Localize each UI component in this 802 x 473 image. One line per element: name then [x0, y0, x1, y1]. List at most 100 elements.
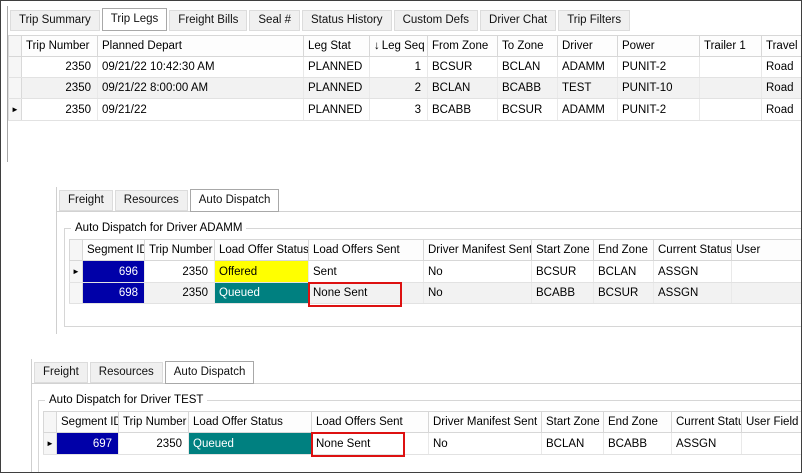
- cell-from-zone[interactable]: BCLAN: [428, 78, 498, 99]
- cell-current-status[interactable]: ASSGN: [654, 261, 732, 283]
- col-start-zone[interactable]: Start Zone: [532, 240, 594, 261]
- cell-from-zone[interactable]: BCSUR: [428, 57, 498, 78]
- cell-end-zone[interactable]: BCSUR: [594, 283, 654, 304]
- col-power[interactable]: Power: [618, 36, 700, 57]
- table-row[interactable]: 698 2350 Queued None Sent No BCABB BCSUR…: [70, 283, 802, 304]
- col-trip-number[interactable]: Trip Number: [22, 36, 98, 57]
- row-selector[interactable]: ►: [70, 261, 83, 283]
- tab-auto-dispatch[interactable]: Auto Dispatch: [165, 361, 255, 384]
- cell-segment-id[interactable]: 698: [83, 283, 145, 304]
- cell-load-offers-sent[interactable]: None Sent: [312, 433, 429, 455]
- cell-load-offers-sent[interactable]: None Sent: [309, 283, 424, 304]
- cell-segment-id[interactable]: 696: [83, 261, 145, 283]
- col-trip-number[interactable]: Trip Number: [119, 412, 189, 433]
- tab-freight[interactable]: Freight: [34, 362, 88, 383]
- cell-start-zone[interactable]: BCLAN: [542, 433, 604, 455]
- cell-trip-number[interactable]: 2350: [145, 261, 215, 283]
- col-planned-depart[interactable]: Planned Depart: [98, 36, 304, 57]
- cell-load-offer-status[interactable]: Offered: [215, 261, 309, 283]
- col-driver[interactable]: Driver: [558, 36, 618, 57]
- cell-trip-number[interactable]: 2350: [119, 433, 189, 455]
- col-driver-manifest-sent[interactable]: Driver Manifest Sent: [424, 240, 532, 261]
- cell-user-field[interactable]: [742, 433, 802, 455]
- tab-freight-bills[interactable]: Freight Bills: [169, 10, 247, 31]
- col-segment-id[interactable]: Segment ID: [83, 240, 145, 261]
- cell-driver[interactable]: ADAMM: [558, 99, 618, 121]
- tab-freight[interactable]: Freight: [59, 190, 113, 211]
- row-selector[interactable]: ►: [44, 433, 57, 455]
- col-travel-mode[interactable]: Travel M: [762, 36, 802, 57]
- cell-user-field[interactable]: [732, 261, 802, 283]
- tab-custom-defs[interactable]: Custom Defs: [394, 10, 478, 31]
- cell-planned-depart[interactable]: 09/21/22 10:42:30 AM: [98, 57, 304, 78]
- col-user-field[interactable]: User Field: [742, 412, 802, 433]
- cell-trip-number[interactable]: 2350: [22, 99, 98, 121]
- cell-leg-seq[interactable]: 1: [370, 57, 428, 78]
- col-current-status[interactable]: Current Status: [672, 412, 742, 433]
- cell-travel-mode[interactable]: Road: [762, 57, 802, 78]
- col-load-offers-sent[interactable]: Load Offers Sent: [309, 240, 424, 261]
- cell-to-zone[interactable]: BCSUR: [498, 99, 558, 121]
- tab-trip-filters[interactable]: Trip Filters: [558, 10, 630, 31]
- cell-trailer-1[interactable]: [700, 57, 762, 78]
- cell-load-offer-status[interactable]: Queued: [189, 433, 312, 455]
- cell-trailer-1[interactable]: [700, 99, 762, 121]
- col-load-offer-status[interactable]: Load Offer Status: [215, 240, 309, 261]
- tab-auto-dispatch[interactable]: Auto Dispatch: [190, 189, 280, 212]
- cell-leg-stat[interactable]: PLANNED: [304, 78, 370, 99]
- tab-trip-legs[interactable]: Trip Legs: [102, 8, 168, 31]
- tab-trip-summary[interactable]: Trip Summary: [10, 10, 100, 31]
- cell-driver-manifest-sent[interactable]: No: [429, 433, 542, 455]
- table-row[interactable]: ► 696 2350 Offered Sent No BCSUR BCLAN A…: [70, 261, 802, 283]
- row-selector[interactable]: [9, 78, 22, 99]
- cell-end-zone[interactable]: BCABB: [604, 433, 672, 455]
- cell-load-offers-sent[interactable]: Sent: [309, 261, 424, 283]
- cell-driver-manifest-sent[interactable]: No: [424, 261, 532, 283]
- cell-trip-number[interactable]: 2350: [22, 57, 98, 78]
- cell-trailer-1[interactable]: [700, 78, 762, 99]
- cell-driver[interactable]: ADAMM: [558, 57, 618, 78]
- col-from-zone[interactable]: From Zone: [428, 36, 498, 57]
- cell-current-status[interactable]: ASSGN: [672, 433, 742, 455]
- cell-end-zone[interactable]: BCLAN: [594, 261, 654, 283]
- table-row[interactable]: ► 2350 09/21/22 PLANNED 3 BCABB BCSUR AD…: [9, 99, 802, 121]
- cell-to-zone[interactable]: BCLAN: [498, 57, 558, 78]
- col-leg-stat[interactable]: Leg Stat: [304, 36, 370, 57]
- cell-power[interactable]: PUNIT-2: [618, 99, 700, 121]
- table-row[interactable]: ► 697 2350 Queued None Sent No BCLAN BCA…: [44, 433, 802, 455]
- cell-from-zone[interactable]: BCABB: [428, 99, 498, 121]
- table-row[interactable]: 2350 09/21/22 8:00:00 AM PLANNED 2 BCLAN…: [9, 78, 802, 99]
- row-selector[interactable]: [70, 283, 83, 304]
- tab-driver-chat[interactable]: Driver Chat: [480, 10, 556, 31]
- col-load-offer-status[interactable]: Load Offer Status: [189, 412, 312, 433]
- cell-start-zone[interactable]: BCABB: [532, 283, 594, 304]
- col-load-offers-sent[interactable]: Load Offers Sent: [312, 412, 429, 433]
- cell-segment-id[interactable]: 697: [57, 433, 119, 455]
- tab-resources[interactable]: Resources: [115, 190, 188, 211]
- table-row[interactable]: 2350 09/21/22 10:42:30 AM PLANNED 1 BCSU…: [9, 57, 802, 78]
- col-current-status[interactable]: Current Status: [654, 240, 732, 261]
- col-to-zone[interactable]: To Zone: [498, 36, 558, 57]
- cell-current-status[interactable]: ASSGN: [654, 283, 732, 304]
- cell-travel-mode[interactable]: Road: [762, 78, 802, 99]
- cell-planned-depart[interactable]: 09/21/22: [98, 99, 304, 121]
- tab-status-history[interactable]: Status History: [302, 10, 392, 31]
- cell-start-zone[interactable]: BCSUR: [532, 261, 594, 283]
- col-driver-manifest-sent[interactable]: Driver Manifest Sent: [429, 412, 542, 433]
- col-segment-id[interactable]: Segment ID: [57, 412, 119, 433]
- cell-leg-seq[interactable]: 3: [370, 99, 428, 121]
- cell-user-field[interactable]: [732, 283, 802, 304]
- cell-planned-depart[interactable]: 09/21/22 8:00:00 AM: [98, 78, 304, 99]
- cell-leg-seq[interactable]: 2: [370, 78, 428, 99]
- cell-trip-number[interactable]: 2350: [145, 283, 215, 304]
- cell-power[interactable]: PUNIT-10: [618, 78, 700, 99]
- cell-trip-number[interactable]: 2350: [22, 78, 98, 99]
- col-end-zone[interactable]: End Zone: [604, 412, 672, 433]
- row-selector[interactable]: ►: [9, 99, 22, 121]
- cell-to-zone[interactable]: BCABB: [498, 78, 558, 99]
- col-start-zone[interactable]: Start Zone: [542, 412, 604, 433]
- col-end-zone[interactable]: End Zone: [594, 240, 654, 261]
- cell-leg-stat[interactable]: PLANNED: [304, 99, 370, 121]
- tab-seal-number[interactable]: Seal #: [249, 10, 300, 31]
- col-leg-seq[interactable]: ↓Leg Seq: [370, 36, 428, 57]
